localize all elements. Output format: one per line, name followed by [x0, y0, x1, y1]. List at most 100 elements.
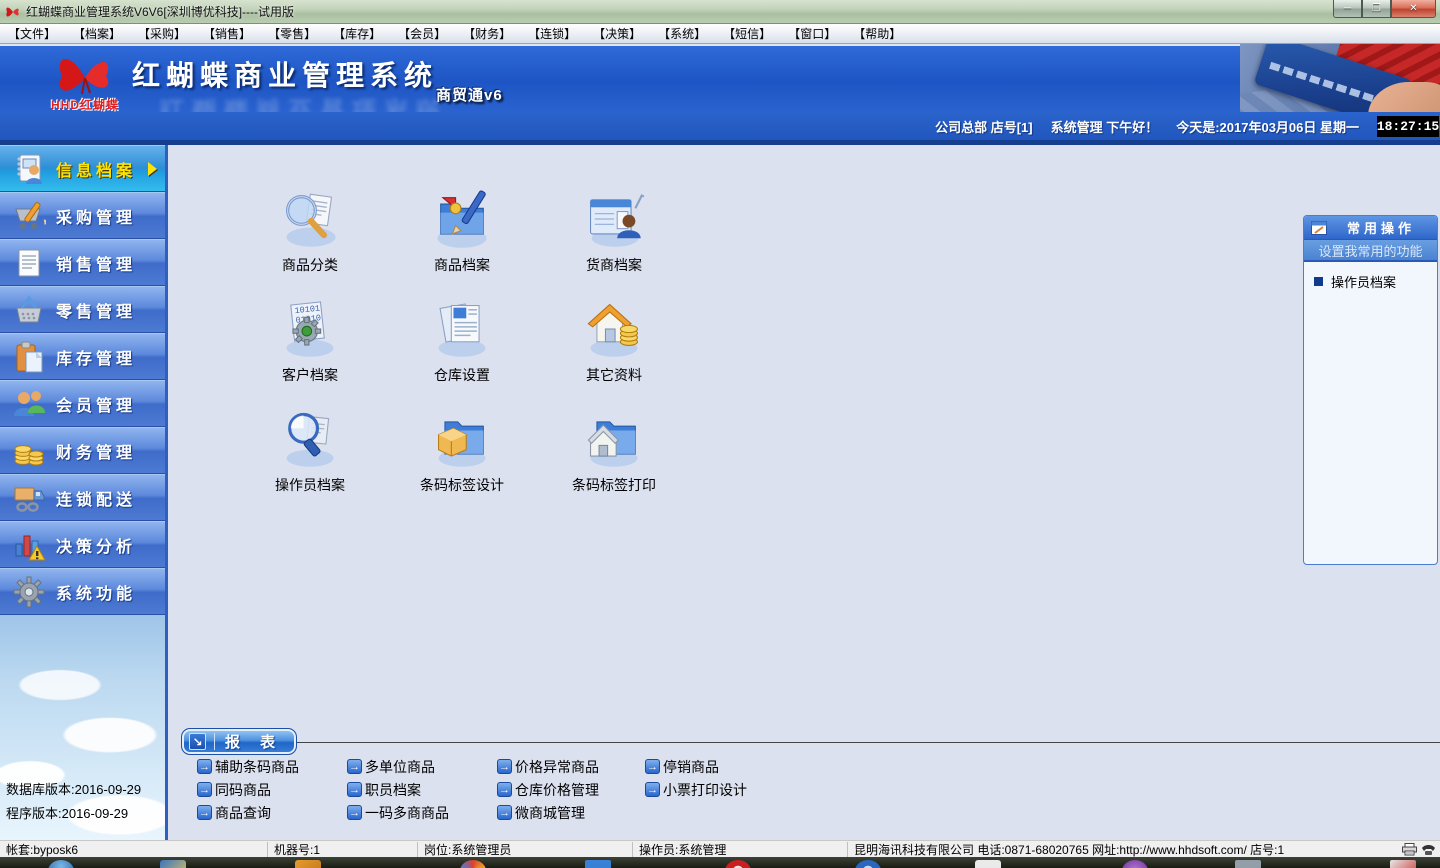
version-info: 数据库版本:2016-09-29 程序版本:2016-09-29	[6, 778, 141, 826]
magnifier-paper-icon	[286, 412, 334, 467]
sidebar-item-finance[interactable]: 财务管理	[0, 427, 165, 474]
taskbar-icon[interactable]	[725, 860, 751, 868]
windows-taskbar[interactable]	[0, 857, 1440, 868]
taskbar-icon[interactable]	[295, 860, 321, 868]
menu-sms[interactable]: 【短信】	[723, 25, 771, 42]
sidebar-item-label: 财务管理	[56, 444, 137, 462]
menu-decision[interactable]: 【决策】	[593, 25, 641, 42]
module-supplier-archive[interactable]: 货商档案	[538, 187, 690, 297]
report-link-receipt-design[interactable]: → 小票打印设计	[645, 778, 795, 801]
arrow-right-icon: →	[497, 759, 512, 774]
module-customer-archive[interactable]: 10101 01010 客户档案	[234, 297, 386, 407]
status-position: 岗位:系统管理员	[418, 841, 633, 857]
menu-system[interactable]: 【系统】	[658, 25, 706, 42]
header-banner: HHD红蝴蝶 红蝴蝶商业管理系统 红蝴蝶商业管理系统 商贸通v6	[0, 44, 1440, 112]
separator	[214, 733, 215, 750]
report-link-one-code-multi[interactable]: → 一码多商商品	[347, 801, 497, 824]
menu-chain[interactable]: 【连锁】	[528, 25, 576, 42]
menu-retail[interactable]: 【零售】	[268, 25, 316, 42]
close-button[interactable]: ✕	[1391, 0, 1436, 18]
module-goods-category[interactable]: 商品分类	[234, 187, 386, 297]
report-link-label: 仓库价格管理	[515, 781, 599, 798]
taskbar-icon[interactable]	[975, 860, 1001, 868]
sidebar-item-label: 会员管理	[56, 397, 137, 415]
document-gear-icon: 10101 01010	[286, 301, 334, 357]
phone-icon[interactable]	[1421, 843, 1436, 856]
sidebar-item-retail[interactable]: 零售管理	[0, 286, 165, 333]
window-title: 红蝴蝶商业管理系统V6V6[深圳博优科技]----试用版	[26, 5, 295, 19]
sidebar-item-sales[interactable]: 销售管理	[0, 239, 165, 286]
notebook-person-icon	[17, 154, 42, 184]
report-column-2: → 多单位商品 → 职员档案 → 一码多商商品	[347, 755, 497, 824]
module-other-data[interactable]: 其它资料	[538, 297, 690, 407]
menu-finance[interactable]: 【财务】	[463, 25, 511, 42]
quick-actions-panel: 常用操作 设置我常用的功能 操作员档案	[1303, 215, 1438, 565]
report-column-3: → 价格异常商品 → 仓库价格管理 → 微商城管理	[497, 755, 645, 824]
taskbar-icon[interactable]	[585, 860, 611, 868]
module-label: 其它资料	[586, 367, 642, 383]
report-link-label: 辅助条码商品	[215, 758, 299, 775]
sidebar-item-system[interactable]: 系统功能	[0, 568, 165, 615]
clipboard-icon	[16, 341, 43, 372]
sidebar-item-chain-delivery[interactable]: 连锁配送	[0, 474, 165, 521]
menu-help[interactable]: 【帮助】	[853, 25, 901, 42]
taskbar-icon[interactable]	[1235, 860, 1261, 868]
taskbar-icon[interactable]	[855, 860, 881, 868]
folder-house-icon	[587, 421, 638, 467]
report-link-discontinued[interactable]: → 停销商品	[645, 755, 795, 778]
report-link-goods-query[interactable]: → 商品查询	[197, 801, 347, 824]
sidebar-item-member[interactable]: 会员管理	[0, 380, 165, 427]
sidebar-item-info-archive[interactable]: 信息档案	[0, 145, 165, 192]
menu-file[interactable]: 【文件】	[8, 25, 56, 42]
quick-actions-title: 常用操作	[1347, 221, 1416, 236]
taskbar-icon[interactable]	[160, 860, 186, 868]
report-link-staff-archive[interactable]: → 职员档案	[347, 778, 497, 801]
menu-sales[interactable]: 【销售】	[203, 25, 251, 42]
printer-icon[interactable]	[1402, 842, 1417, 856]
report-link-aux-barcode[interactable]: → 辅助条码商品	[197, 755, 347, 778]
module-label: 货商档案	[586, 257, 642, 273]
arrow-right-icon: →	[497, 805, 512, 820]
arrow-down-right-icon: ↘	[189, 733, 206, 750]
module-operator-archive[interactable]: 操作员档案	[234, 407, 386, 517]
module-goods-archive[interactable]: 商品档案	[386, 187, 538, 297]
report-link-warehouse-price[interactable]: → 仓库价格管理	[497, 778, 645, 801]
taskbar-icon[interactable]	[1390, 860, 1416, 868]
quick-item-operator-archive[interactable]: 操作员档案	[1304, 262, 1437, 291]
taskbar-icon[interactable]	[460, 860, 486, 868]
menu-member[interactable]: 【会员】	[398, 25, 446, 42]
menu-window[interactable]: 【窗口】	[788, 25, 836, 42]
report-link-micro-mall[interactable]: → 微商城管理	[497, 801, 645, 824]
menu-archive[interactable]: 【档案】	[73, 25, 121, 42]
module-barcode-print[interactable]: 条码标签打印	[538, 407, 690, 517]
sidebar-item-label: 零售管理	[56, 303, 137, 321]
taskbar-icon[interactable]	[1122, 860, 1148, 868]
sidebar-item-decision[interactable]: 决策分析	[0, 521, 165, 568]
module-warehouse-setting[interactable]: 仓库设置	[386, 297, 538, 407]
report-link-price-abnormal[interactable]: → 价格异常商品	[497, 755, 645, 778]
module-barcode-design[interactable]: 条码标签设计	[386, 407, 538, 517]
report-link-label: 职员档案	[365, 781, 421, 798]
report-header-button[interactable]: ↘ 报 表	[181, 728, 297, 755]
status-icons	[1402, 842, 1440, 856]
report-link-multi-unit[interactable]: → 多单位商品	[347, 755, 497, 778]
square-bullet-icon	[1314, 277, 1323, 286]
selected-arrow-icon	[148, 162, 157, 176]
sidebar-item-label: 销售管理	[56, 256, 137, 274]
taskbar-start-orb[interactable]	[48, 860, 74, 868]
arrow-right-icon: →	[347, 759, 362, 774]
menu-inventory[interactable]: 【库存】	[333, 25, 381, 42]
date-text: 今天是:2017年03月06日 星期一	[1176, 119, 1359, 135]
sidebar-item-purchase[interactable]: 采购管理	[0, 192, 165, 239]
report-link-same-code[interactable]: → 同码商品	[197, 778, 347, 801]
maximize-button[interactable]: ❐	[1362, 0, 1391, 18]
sidebar-item-inventory[interactable]: 库存管理	[0, 333, 165, 380]
report-link-label: 停销商品	[663, 758, 719, 775]
set-favorites-button[interactable]: 设置我常用的功能	[1304, 239, 1437, 262]
minimize-button[interactable]: ─	[1333, 0, 1362, 18]
report-link-label: 商品查询	[215, 804, 271, 821]
db-version: 数据库版本:2016-09-29	[6, 782, 142, 797]
gear-icon	[13, 576, 45, 607]
greeting-text: 系统管理 下午好！	[1050, 119, 1159, 135]
menu-purchase[interactable]: 【采购】	[138, 25, 186, 42]
